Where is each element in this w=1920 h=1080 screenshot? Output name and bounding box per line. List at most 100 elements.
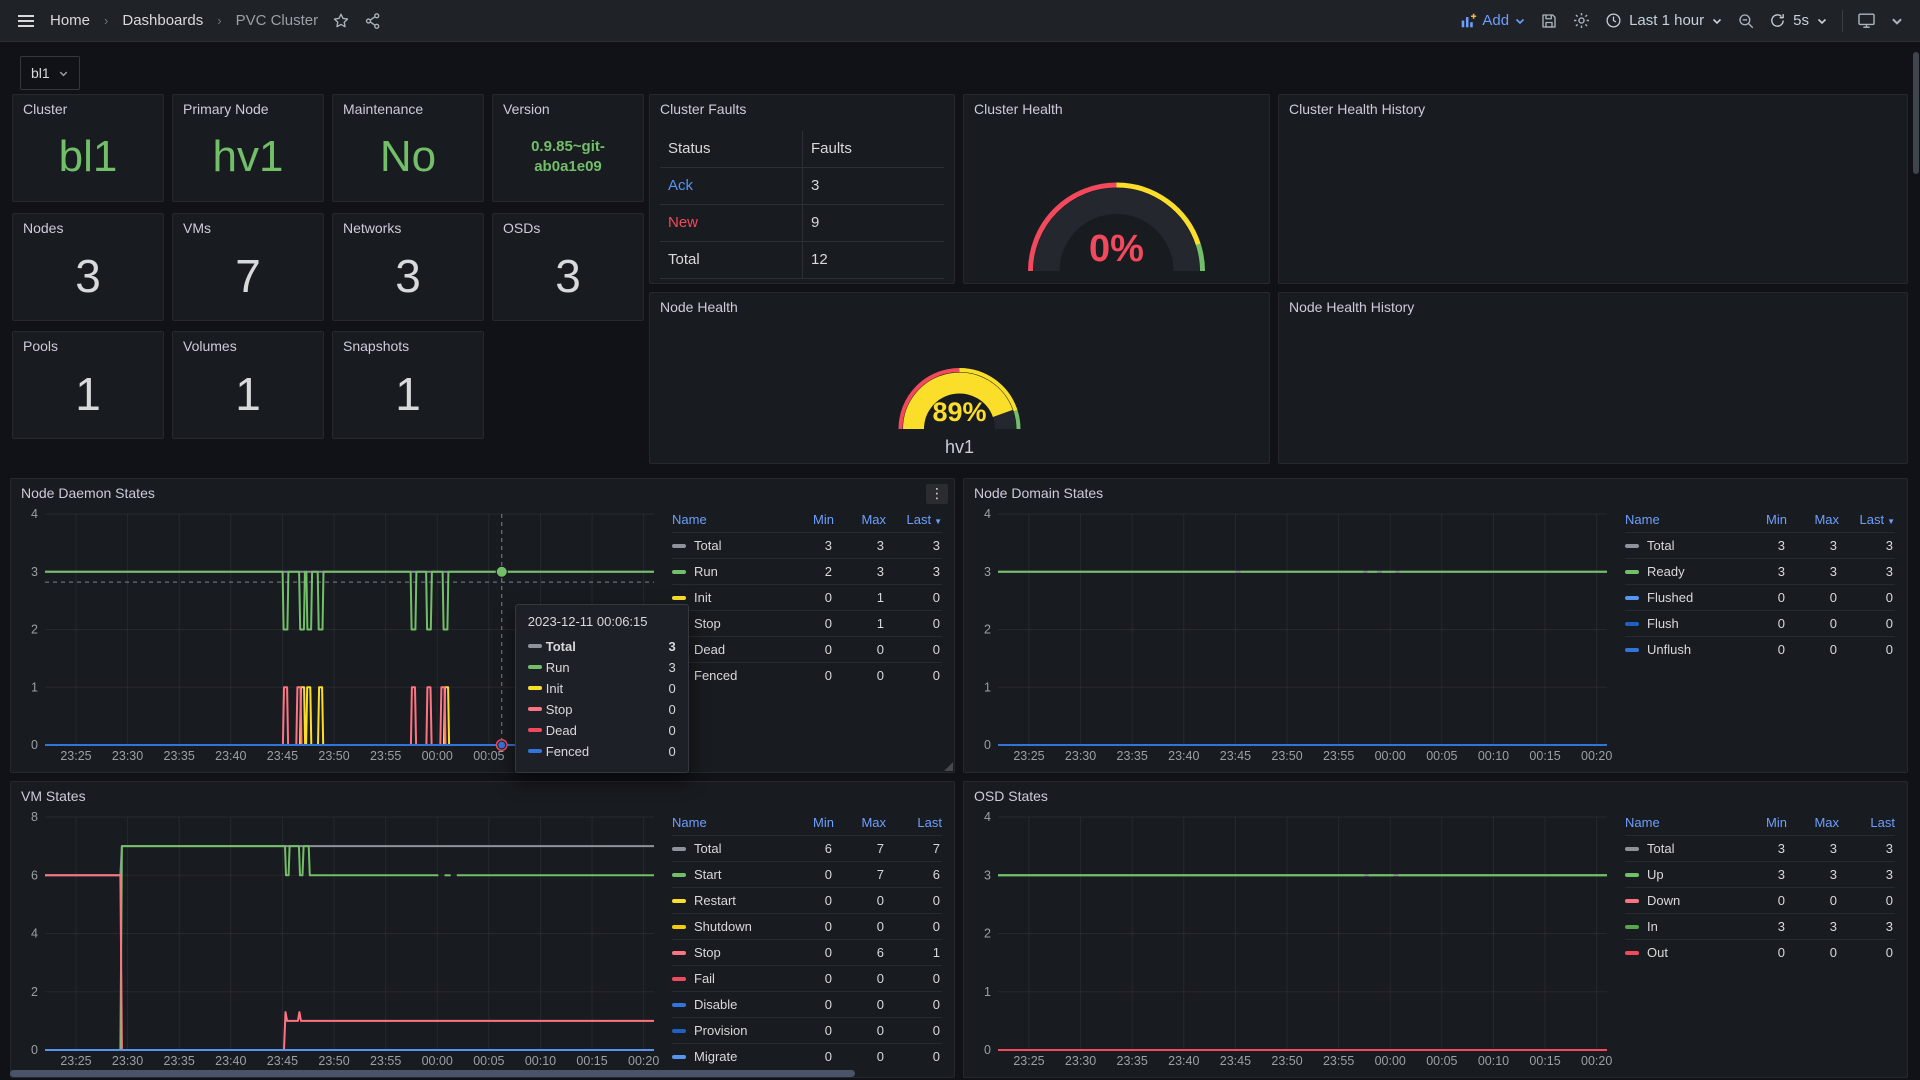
- legend-column-header-max[interactable]: Max: [1787, 512, 1839, 527]
- legend-series-name[interactable]: Stop: [672, 945, 782, 960]
- dashboard-settings-gear-icon[interactable]: [1572, 11, 1591, 30]
- legend-series-name[interactable]: Migrate: [672, 1049, 782, 1064]
- legend-row-fenced: Fenced000: [672, 662, 942, 688]
- legend-series-name[interactable]: Run: [672, 564, 782, 579]
- legend-series-name[interactable]: Out: [1625, 945, 1735, 960]
- time-range-picker[interactable]: Last 1 hour: [1605, 12, 1723, 29]
- node-health-history-chart[interactable]: 0%50%100%23:3023:4023:5000:0000:1000:20: [1287, 321, 1899, 339]
- legend-column-header-name[interactable]: Name: [1625, 512, 1735, 527]
- legend-series-name[interactable]: Total: [1625, 841, 1735, 856]
- legend-series-name[interactable]: Total: [1625, 538, 1735, 553]
- legend-series-name[interactable]: Total: [672, 538, 782, 553]
- stat-panel-pools: Pools1: [12, 331, 164, 439]
- legend-column-header-min[interactable]: Min: [782, 512, 834, 527]
- legend-column-header-max[interactable]: Max: [1787, 815, 1839, 830]
- legend-series-name[interactable]: Flush: [1625, 616, 1735, 631]
- legend-series-name[interactable]: Down: [1625, 893, 1735, 908]
- horizontal-scrollbar-thumb[interactable]: [10, 1070, 855, 1077]
- extra-options-chevron-icon[interactable]: [1890, 14, 1904, 28]
- svg-text:0: 0: [984, 738, 991, 752]
- legend-min-value: 3: [1735, 564, 1787, 579]
- svg-text:23:35: 23:35: [1117, 749, 1148, 763]
- menu-toggle-icon[interactable]: [16, 11, 36, 31]
- osd-states-chart[interactable]: 0123423:2523:3023:3523:4023:4523:5023:55…: [972, 810, 1615, 1071]
- legend-max-value: 0: [834, 919, 886, 934]
- legend-max-value: 7: [834, 867, 886, 882]
- legend-column-header-name[interactable]: Name: [672, 815, 782, 830]
- svg-text:23:50: 23:50: [318, 749, 349, 763]
- legend-column-header-last[interactable]: Last▼: [1839, 512, 1895, 527]
- legend-row-shutdown: Shutdown000: [672, 913, 942, 939]
- legend-max-value: 0: [1787, 945, 1839, 960]
- tooltip-row: Total3: [528, 636, 676, 657]
- cluster-health-gauge: 0%: [972, 123, 1261, 277]
- legend-series-name[interactable]: Unflush: [1625, 642, 1735, 657]
- legend-series-name[interactable]: Restart: [672, 893, 782, 908]
- stat-value: 3: [395, 249, 421, 303]
- share-icon[interactable]: [364, 12, 382, 30]
- nav-divider: [1842, 10, 1843, 32]
- vm-states-legend: NameMinMaxLastTotal677Start076Restart000…: [662, 810, 946, 1071]
- star-icon[interactable]: [332, 12, 350, 30]
- legend-row-total: Total333: [1625, 532, 1895, 558]
- legend-series-name[interactable]: Flushed: [1625, 590, 1735, 605]
- series-color-swatch: [672, 873, 686, 877]
- svg-text:00:00: 00:00: [422, 1054, 453, 1068]
- save-dashboard-icon[interactable]: [1540, 12, 1558, 30]
- legend-column-header-min[interactable]: Min: [782, 815, 834, 830]
- cluster-faults-table: StatusFaultsAck3New9Total12: [660, 131, 944, 279]
- legend-column-header-last[interactable]: Last: [1839, 815, 1895, 830]
- legend-column-header-last[interactable]: Last▼: [886, 512, 942, 527]
- svg-text:23:45: 23:45: [1220, 1054, 1251, 1068]
- panel-menu-kebab-icon[interactable]: ⋮: [926, 484, 948, 504]
- vertical-scrollbar-thumb[interactable]: [1913, 52, 1919, 174]
- legend-series-name[interactable]: Ready: [1625, 564, 1735, 579]
- cluster-health-history-chart[interactable]: 0%50%100%23:3023:4023:5000:0000:1000:20: [1287, 123, 1899, 141]
- breadcrumb-dashboards[interactable]: Dashboards: [122, 12, 203, 29]
- stat-value: No: [380, 132, 436, 182]
- legend-max-value: 6: [834, 945, 886, 960]
- panel-title: OSD States: [964, 782, 1907, 810]
- legend-series-name[interactable]: Shutdown: [672, 919, 782, 934]
- legend-series-name[interactable]: Provision: [672, 1023, 782, 1038]
- panel-resize-handle[interactable]: [944, 762, 953, 771]
- vm-states-chart[interactable]: 0246823:2523:3023:3523:4023:4523:5023:55…: [19, 810, 662, 1071]
- legend-last-value: 3: [1839, 538, 1895, 553]
- legend-series-name[interactable]: Fail: [672, 971, 782, 986]
- breadcrumb-home[interactable]: Home: [50, 12, 90, 29]
- tooltip-row: Init0: [528, 678, 676, 699]
- legend-min-value: 3: [1735, 841, 1787, 856]
- svg-text:00:05: 00:05: [1426, 749, 1457, 763]
- node-daemon-states-chart[interactable]: 0123423:2523:3023:3523:4023:4523:5023:55…: [19, 507, 662, 766]
- kiosk-monitor-icon[interactable]: [1857, 11, 1876, 30]
- zoom-out-time-icon[interactable]: [1737, 12, 1755, 30]
- legend-series-name[interactable]: In: [1625, 919, 1735, 934]
- variable-selector-cluster[interactable]: bl1: [20, 56, 80, 90]
- tooltip-series-name: Total: [546, 639, 669, 654]
- svg-text:00:10: 00:10: [1478, 1054, 1509, 1068]
- legend-series-name[interactable]: Init: [672, 590, 782, 605]
- svg-text:23:45: 23:45: [267, 1054, 298, 1068]
- legend-column-header-max[interactable]: Max: [834, 512, 886, 527]
- svg-text:23:35: 23:35: [1117, 1054, 1148, 1068]
- chevron-down-icon: [1514, 15, 1526, 27]
- variable-value: bl1: [31, 65, 50, 81]
- legend-series-name[interactable]: Total: [672, 841, 782, 856]
- legend-column-header-last[interactable]: Last: [886, 815, 942, 830]
- series-color-swatch: [1625, 873, 1639, 877]
- legend-column-header-name[interactable]: Name: [672, 512, 782, 527]
- svg-text:4: 4: [984, 507, 991, 521]
- svg-text:23:45: 23:45: [267, 749, 298, 763]
- legend-series-name[interactable]: Disable: [672, 997, 782, 1012]
- legend-column-header-max[interactable]: Max: [834, 815, 886, 830]
- svg-text:23:25: 23:25: [60, 1054, 91, 1068]
- series-color-swatch: [1625, 622, 1639, 626]
- add-button[interactable]: Add: [1460, 12, 1526, 29]
- refresh-picker[interactable]: 5s: [1769, 12, 1828, 29]
- legend-column-header-name[interactable]: Name: [1625, 815, 1735, 830]
- legend-series-name[interactable]: Up: [1625, 867, 1735, 882]
- legend-column-header-min[interactable]: Min: [1735, 815, 1787, 830]
- legend-series-name[interactable]: Start: [672, 867, 782, 882]
- legend-column-header-min[interactable]: Min: [1735, 512, 1787, 527]
- node-domain-states-chart[interactable]: 0123423:2523:3023:3523:4023:4523:5023:55…: [972, 507, 1615, 766]
